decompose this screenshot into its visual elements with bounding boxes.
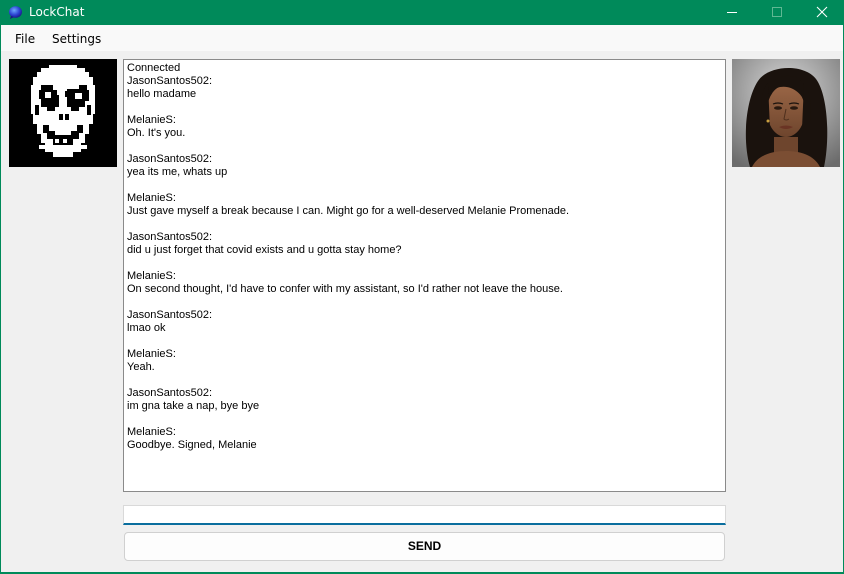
- minimize-icon: [727, 12, 737, 13]
- chat-line: JasonSantos502:: [127, 75, 213, 87]
- close-icon: [816, 6, 828, 18]
- chat-line: im gna take a nap, bye bye: [127, 400, 260, 412]
- chat-line: JasonSantos502:: [127, 153, 213, 165]
- chat-line: hello madame: [127, 88, 197, 100]
- chat-line: Just gave myself a break because I can. …: [127, 205, 570, 217]
- chat-log[interactable]: Connected JasonSantos502: hello madame Mela…: [123, 59, 726, 492]
- chat-line: MelanieS:: [127, 192, 176, 204]
- chat-line: Goodbye. Signed, Melanie: [127, 439, 257, 451]
- bubble-icon: [9, 6, 22, 19]
- chat-line: yea its me, whats up: [127, 166, 228, 178]
- woman-portrait-avatar: [732, 59, 840, 167]
- pixel-skull-avatar: [9, 59, 117, 167]
- maximize-icon: [772, 7, 782, 17]
- close-button[interactable]: [800, 0, 844, 25]
- chat-line: MelanieS:: [127, 114, 176, 126]
- chat-spacer: [127, 101, 722, 114]
- chat-line: did u just forget that covid exists and …: [127, 244, 402, 256]
- chat-line: lmao ok: [127, 322, 166, 334]
- minimize-button[interactable]: [710, 0, 754, 25]
- menu-settings[interactable]: Settings: [52, 32, 101, 46]
- chat-spacer: [127, 374, 722, 387]
- chat-spacer: [127, 140, 722, 153]
- chat-spacer: [127, 413, 722, 426]
- message-input[interactable]: [123, 505, 726, 525]
- chat-line: MelanieS:: [127, 348, 176, 360]
- chat-line: MelanieS:: [127, 270, 176, 282]
- chat-line: JasonSantos502:: [127, 309, 213, 321]
- menu-file[interactable]: File: [15, 32, 35, 46]
- chat-line: Oh. It's you.: [127, 127, 186, 139]
- chat-line: JasonSantos502:: [127, 231, 213, 243]
- window-title: LockChat: [29, 5, 85, 19]
- chat-spacer: [127, 218, 722, 231]
- chat-spacer: [127, 179, 722, 192]
- chat-spacer: [127, 335, 722, 348]
- title-bar: LockChat: [0, 0, 844, 25]
- menu-bar: File Settings: [0, 25, 844, 51]
- chat-line: MelanieS:: [127, 426, 176, 438]
- chat-spacer: [127, 257, 722, 270]
- chat-line: JasonSantos502:: [127, 387, 213, 399]
- contact-avatar: [732, 59, 840, 167]
- chat-line: On second thought, I'd have to confer wi…: [127, 283, 563, 295]
- send-button[interactable]: SEND: [124, 532, 725, 561]
- chat-line: Connected: [127, 62, 181, 74]
- self-avatar: [9, 59, 117, 167]
- maximize-button[interactable]: [755, 0, 799, 25]
- chat-line: Yeah.: [127, 361, 155, 373]
- chat-spacer: [127, 296, 722, 309]
